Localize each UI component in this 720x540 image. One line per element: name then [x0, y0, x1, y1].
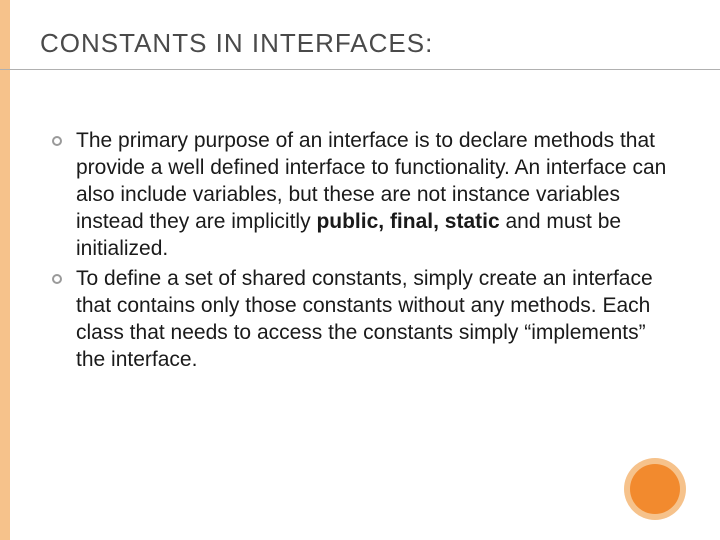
slide-content: The primary purpose of an interface is t…	[40, 128, 680, 374]
decoration-circle-inner	[630, 464, 680, 514]
bullet-marker-icon	[52, 274, 62, 284]
bullet-text: To define a set of shared constants, sim…	[76, 266, 680, 374]
bullet-text: The primary purpose of an interface is t…	[76, 128, 680, 262]
bullet-text-bold: public, final, static	[316, 210, 499, 233]
bullet-marker-icon	[52, 136, 62, 146]
slide-title: CONSTANTS IN INTERFACES:	[40, 28, 680, 59]
bullet-item: The primary purpose of an interface is t…	[52, 128, 680, 262]
title-underline	[0, 69, 720, 70]
bullet-text-pre: To define a set of shared constants, sim…	[76, 267, 653, 371]
bullet-item: To define a set of shared constants, sim…	[52, 266, 680, 374]
slide: CONSTANTS IN INTERFACES: The primary pur…	[0, 0, 720, 540]
